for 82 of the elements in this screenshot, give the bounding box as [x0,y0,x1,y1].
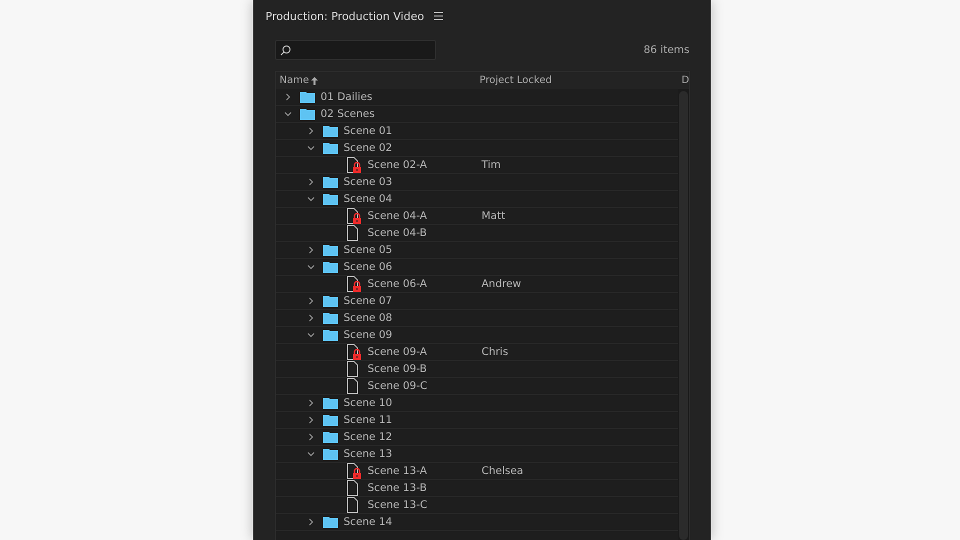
locked-by-name: Matt [480,210,506,222]
folder-name: Scene 14 [344,516,392,528]
tree-row[interactable]: Scene 04-A Matt [276,208,678,225]
search-icon [280,44,290,56]
file-name: Scene 13-B [368,482,427,494]
tree-row[interactable]: Scene 04 [276,191,678,208]
tree-row[interactable]: Scene 08 [276,310,678,327]
folder-icon [322,295,338,307]
tree-row[interactable]: Scene 13-B [276,480,678,497]
folder-name: Scene 12 [344,431,392,443]
tree-row[interactable]: Scene 05 [276,242,678,259]
file-name: Scene 04-A [368,210,427,222]
tree-row[interactable]: Scene 02-A Tim [276,157,678,174]
tree-row[interactable]: Scene 14 [276,514,678,531]
search-field[interactable] [274,40,436,60]
file-name: Scene 09-A [368,346,427,358]
folder-name: Scene 13 [344,448,392,460]
folder-icon [322,176,338,188]
tree-row[interactable]: 02 Scenes [276,106,678,123]
file-name: Scene 02-A [368,159,427,171]
folder-icon [300,108,314,120]
folder-icon [322,414,338,426]
folder-name: Scene 02 [344,142,392,154]
folder-icon [322,516,338,528]
folder-icon [322,312,338,324]
folder-name: 02 Scenes [320,108,375,120]
tree-row[interactable]: Scene 02 [276,140,678,157]
tree-row[interactable]: 01 Dailies [276,89,678,106]
menu-icon[interactable] [434,12,444,20]
tree-row[interactable]: Scene 09 [276,327,678,344]
folder-name: Scene 09 [344,329,392,341]
folder-icon [322,448,338,460]
file-name: Scene 13-A [368,465,427,477]
tree-row[interactable]: Scene 09-B [276,361,678,378]
folder-name: Scene 11 [344,414,392,426]
locked-by-name: Chris [480,346,510,358]
folder-name: Scene 01 [344,125,392,137]
tree-row[interactable]: Scene 09-C [276,378,678,395]
folder-icon [322,397,338,409]
tree-row[interactable]: Scene 13-C [276,497,678,514]
locked-by-name: Tim [480,159,502,171]
column-header[interactable]: Name [276,75,476,86]
folder-name: Scene 06 [344,261,392,273]
tree-row[interactable]: Scene 04-B [276,225,678,242]
tree-row[interactable]: Scene 11 [276,412,678,429]
folder-name: Scene 07 [344,295,392,307]
item-count: 86 items [644,44,690,56]
panel-title: Production: Production Video [266,10,424,22]
tree-row[interactable]: Scene 13 [276,446,678,463]
tree-row[interactable]: Scene 03 [276,174,678,191]
file-name: Scene 09-B [368,363,427,375]
file-name: Scene 04-B [368,227,427,239]
file-name: Scene 09-C [368,380,428,392]
locked-by-name: Chelsea [480,465,524,477]
locked-by-name: Andrew [480,278,522,290]
folder-icon [322,431,338,443]
folder-icon [300,91,314,103]
file-name: Scene 06-A [368,278,427,290]
folder-name: Scene 10 [344,397,392,409]
tree-row[interactable]: Scene 09-A Chris [276,344,678,361]
tree-row[interactable]: Scene 06-A Andrew [276,276,678,293]
folder-name: Scene 03 [344,176,392,188]
folder-icon [322,329,338,341]
tree-row[interactable]: Scene 06 [276,259,678,276]
column-header[interactable]: Project Locked [476,75,678,86]
folder-name: Scene 05 [344,244,392,256]
folder-icon [322,142,338,154]
folder-icon [322,261,338,273]
folder-name: Scene 08 [344,312,392,324]
folder-name: 01 Dailies [320,91,372,103]
folder-icon [322,125,338,137]
folder-icon [322,193,338,205]
sort-arrow-icon [311,76,318,84]
tree-row[interactable]: Scene 13-A Chelsea [276,463,678,480]
tree-row[interactable]: Scene 01 [276,123,678,140]
folder-icon [322,244,338,256]
tree-row[interactable]: Scene 10 [276,395,678,412]
tree-row[interactable]: Scene 07 [276,293,678,310]
file-name: Scene 13-C [368,499,428,511]
folder-name: Scene 04 [344,193,392,205]
column-header[interactable]: D [678,75,690,86]
tree-row[interactable]: Scene 12 [276,429,678,446]
